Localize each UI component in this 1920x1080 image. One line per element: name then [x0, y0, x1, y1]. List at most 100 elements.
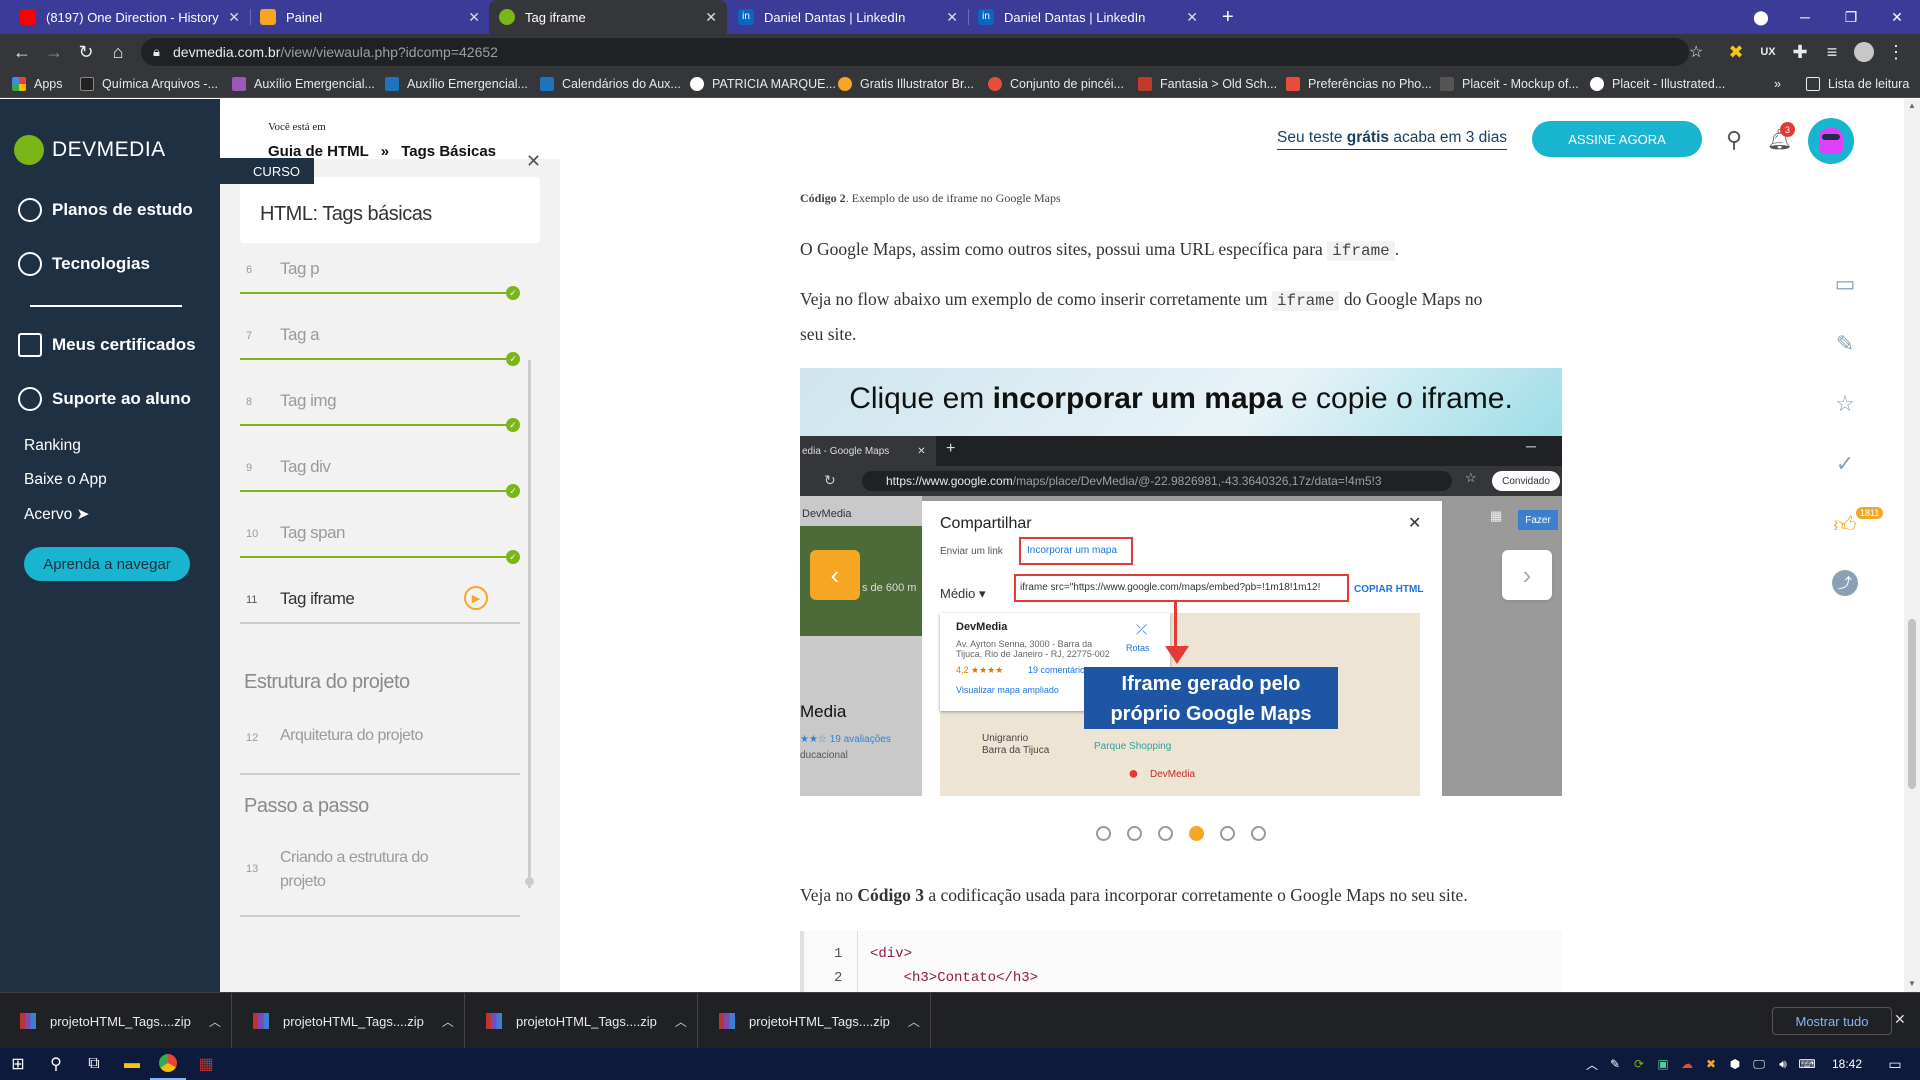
search-icon[interactable]: ⚲: [1726, 127, 1750, 152]
close-downloads-icon[interactable]: ✕: [1894, 1011, 1906, 1028]
bookmark-item[interactable]: Auxílio Emergencial...: [385, 75, 528, 93]
bookmark-item[interactable]: Conjunto de pincéi...: [988, 75, 1124, 93]
profile-menu-icon[interactable]: ⬤: [1738, 0, 1784, 34]
devmedia-logo[interactable]: DEVMEDIA: [14, 135, 166, 165]
close-window-button[interactable]: ✕: [1874, 0, 1920, 34]
carousel-dot[interactable]: [1158, 826, 1173, 841]
home-icon[interactable]: ⌂: [106, 40, 130, 64]
task-view-icon[interactable]: ⧉: [76, 1048, 112, 1080]
bookmarks-overflow-button[interactable]: »: [1774, 75, 1781, 93]
tab-tag-iframe[interactable]: Tag iframe ✕: [489, 0, 727, 34]
clock[interactable]: 18:42: [1822, 1048, 1872, 1080]
download-item[interactable]: projetoHTML_Tags....zip ︿: [233, 993, 465, 1049]
bookmark-item[interactable]: Química Arquivos -...: [80, 75, 218, 93]
carousel-prev-button[interactable]: ‹: [810, 550, 860, 600]
nav-collection[interactable]: Acervo ➤: [24, 505, 90, 524]
ux-extension-icon[interactable]: UX: [1756, 40, 1780, 64]
file-explorer-icon[interactable]: ▬: [114, 1048, 150, 1080]
search-icon[interactable]: ⚲: [38, 1048, 74, 1080]
nav-technologies[interactable]: Tecnologias: [18, 252, 150, 276]
chevron-up-icon[interactable]: ︿: [209, 1013, 221, 1030]
profile-avatar-icon[interactable]: [1852, 40, 1876, 64]
tab-youtube[interactable]: (8197) One Direction - History (C ✕: [10, 0, 250, 34]
chevron-up-icon[interactable]: ︿: [908, 1013, 920, 1030]
carousel-dot[interactable]: [1127, 826, 1142, 841]
page-scrollbar[interactable]: ▲ ▼: [1904, 99, 1920, 992]
winrar-icon[interactable]: ▦: [188, 1048, 224, 1080]
tray-app-icon[interactable]: ☁: [1676, 1048, 1698, 1080]
bookmark-item[interactable]: Placeit - Mockup of...: [1440, 75, 1579, 93]
breadcrumb-basic-tags[interactable]: Tags Básicas: [401, 143, 496, 160]
new-tab-button[interactable]: +: [1212, 0, 1242, 34]
lesson-item[interactable]: 9 Tag div ✓: [240, 457, 520, 517]
windows-start-icon[interactable]: ⊞: [0, 1048, 36, 1080]
lesson-item[interactable]: 8 Tag img ✓: [240, 391, 520, 451]
nav-download-app[interactable]: Baixe o App: [24, 471, 107, 489]
favorite-star-icon[interactable]: ☆: [1830, 389, 1860, 419]
notes-icon[interactable]: ✎: [1830, 329, 1860, 359]
tray-chevron-icon[interactable]: ︿: [1582, 1048, 1602, 1080]
address-bar[interactable]: 🔒︎ devmedia.com.br/view/viewaula.php?idc…: [141, 38, 1703, 66]
close-panel-icon[interactable]: ✕: [526, 151, 541, 172]
carousel-next-button[interactable]: ›: [1502, 550, 1552, 600]
close-tab-icon[interactable]: ✕: [228, 9, 240, 26]
bookmark-item[interactable]: Calendários do Aux...: [540, 75, 681, 93]
tray-app-icon[interactable]: ✖: [1700, 1048, 1722, 1080]
bookmark-star-icon[interactable]: ☆: [1689, 42, 1703, 62]
reload-icon[interactable]: ↻: [74, 40, 98, 64]
panel-scrollbar[interactable]: [528, 360, 531, 888]
download-item[interactable]: projetoHTML_Tags....zip ︿: [0, 993, 232, 1049]
forward-icon[interactable]: →: [42, 40, 66, 64]
restore-button[interactable]: ❐: [1828, 0, 1874, 34]
nav-ranking[interactable]: Ranking: [24, 437, 81, 455]
carousel-dot[interactable]: [1189, 826, 1204, 841]
bookmark-item[interactable]: Gratis Illustrator Br...: [838, 75, 974, 93]
learn-to-navigate-button[interactable]: Aprenda a navegar: [24, 547, 190, 581]
download-item[interactable]: projetoHTML_Tags....zip ︿: [466, 993, 698, 1049]
tray-app-icon[interactable]: ✎: [1604, 1048, 1626, 1080]
bookmark-apps[interactable]: Apps: [12, 75, 63, 93]
nav-certificates[interactable]: Meus certificados: [18, 333, 196, 357]
bookmark-item[interactable]: Placeit - Illustrated...: [1590, 75, 1725, 93]
comments-icon[interactable]: ▭: [1830, 269, 1860, 299]
tray-app-icon[interactable]: ▣: [1652, 1048, 1674, 1080]
tab-linkedin-2[interactable]: in Daniel Dantas | LinkedIn ✕: [968, 0, 1208, 34]
panel-scroll-handle[interactable]: [525, 877, 534, 886]
close-tab-icon[interactable]: ✕: [468, 9, 480, 26]
tab-linkedin-1[interactable]: in Daniel Dantas | LinkedIn ✕: [728, 0, 968, 34]
tray-app-icon[interactable]: ⟳: [1628, 1048, 1650, 1080]
carousel-dot[interactable]: [1220, 826, 1235, 841]
extension-icon[interactable]: ✖: [1724, 40, 1748, 64]
minimize-button[interactable]: ─: [1782, 0, 1828, 34]
chevron-up-icon[interactable]: ︿: [675, 1013, 687, 1030]
lesson-item[interactable]: 13 Criando a estrutura do projeto: [240, 849, 520, 905]
nav-support[interactable]: Suporte ao aluno: [18, 387, 191, 411]
page-scroll-thumb[interactable]: [1908, 619, 1916, 789]
show-all-downloads-button[interactable]: Mostrar tudo: [1772, 1007, 1892, 1035]
network-icon[interactable]: 🖵︎: [1748, 1048, 1770, 1080]
nav-study-plans[interactable]: Planos de estudo: [18, 198, 193, 222]
tab-painel[interactable]: Painel ✕: [250, 0, 490, 34]
close-tab-icon[interactable]: ✕: [946, 9, 958, 26]
back-icon[interactable]: ←: [10, 40, 34, 64]
play-icon[interactable]: ▶: [464, 586, 488, 610]
notifications-icon[interactable]: ▭: [1880, 1048, 1910, 1080]
media-queue-icon[interactable]: ≡: [1820, 40, 1844, 64]
chevron-up-icon[interactable]: ︿: [442, 1013, 454, 1030]
lesson-item[interactable]: 6 Tag p ✓: [240, 259, 520, 319]
more-menu-icon[interactable]: ⋮: [1884, 40, 1908, 64]
lesson-item-current[interactable]: 11 Tag iframe ▶: [240, 586, 520, 649]
mark-complete-icon[interactable]: ✓: [1830, 449, 1860, 479]
bookmark-item[interactable]: PATRICIA MARQUE...: [690, 75, 836, 93]
ime-icon[interactable]: ⌨: [1796, 1048, 1818, 1080]
download-item[interactable]: projetoHTML_Tags....zip ︿: [699, 993, 931, 1049]
carousel-dot[interactable]: [1251, 826, 1266, 841]
bookmark-item[interactable]: Preferências no Pho...: [1286, 75, 1432, 93]
chrome-icon[interactable]: [150, 1048, 186, 1080]
bookmark-item[interactable]: Auxílio Emergencial...: [232, 75, 375, 93]
close-tab-icon[interactable]: ✕: [705, 9, 717, 26]
close-tab-icon[interactable]: ✕: [1186, 9, 1198, 26]
share-icon[interactable]: ⤴: [1830, 568, 1860, 598]
lesson-item[interactable]: 10 Tag span ✓: [240, 523, 520, 583]
volume-icon[interactable]: 🔊︎: [1772, 1048, 1794, 1080]
